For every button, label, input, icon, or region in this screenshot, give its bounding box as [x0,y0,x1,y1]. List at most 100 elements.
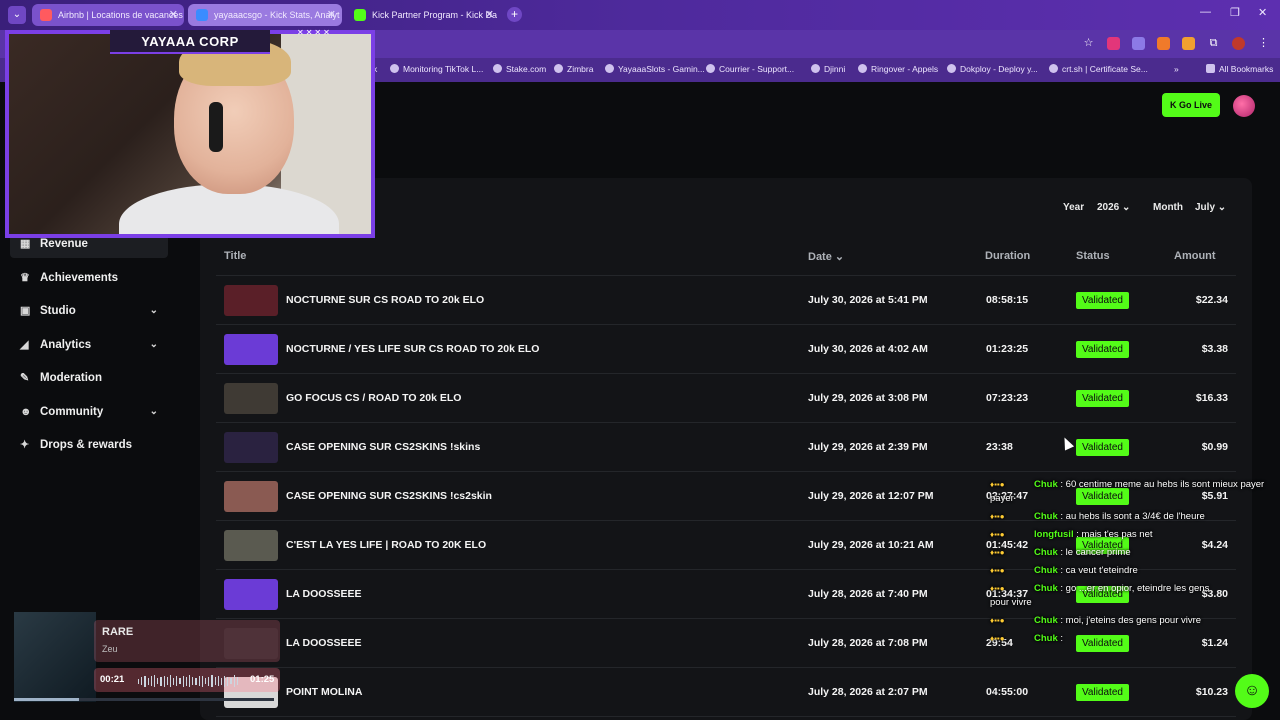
all-bookmarks[interactable]: All Bookmarks [1206,64,1273,74]
chat-username: Chuk [1034,565,1058,576]
sidebar-item-studio[interactable]: ▣ Studio ⌄ [10,297,168,325]
minimize-icon[interactable]: — [1200,6,1211,18]
bookmark-label: Courrier - Support... [719,64,795,74]
stream-date: July 28, 2026 at 7:40 PM [808,588,928,600]
sidebar-item-community[interactable]: ☻ Community ⌄ [10,398,168,426]
chat-text: au hebs ils sont a 3/4€ de l'heure [1065,511,1205,522]
chevron-down-icon: ⌄ [1122,202,1131,213]
bookmark[interactable]: Courrier - Support... [706,64,794,74]
chat-badges-icon: ♦▪▪● [990,584,1005,593]
close-tab-icon[interactable]: ✕ [327,4,336,26]
stream-title: C'EST LA YES LIFE | ROAD TO 20K ELO [286,539,487,551]
extension-icon[interactable] [1157,37,1170,50]
bookmark[interactable]: crt.sh | Certificate Se... [1049,64,1148,74]
close-tab-icon[interactable]: ✕ [169,4,178,26]
chat-message: ♦▪▪● Chuk : [990,633,1275,644]
stream-date: July 29, 2026 at 3:08 PM [808,392,928,404]
chat-message: ♦▪▪● Chuk : au hebs ils sont a 3/4€ de l'… [990,511,1275,522]
tab-search-icon[interactable]: ⌄ [8,6,26,24]
bookmark[interactable]: Dokploy - Deploy y... [947,64,1038,74]
webcam-headset [209,102,223,152]
extension-icon[interactable] [1132,37,1145,50]
bookmark-label: Stake.com [506,64,547,74]
sidebar-item-achievements[interactable]: ♛ Achievements [10,264,168,292]
sidebar-item-label: Community [40,405,104,418]
sidebar-item-analytics[interactable]: ◢ Analytics ⌄ [10,331,168,359]
extension-icon[interactable] [1182,37,1195,50]
chevron-down-icon: ⌄ [149,405,158,417]
star-icon[interactable]: ☆ [1082,37,1095,50]
kick-logo-icon: K [1169,100,1179,110]
extension-icons: ☆ ⧉ ⋮ [1082,37,1270,50]
bookmark[interactable]: Monitoring TikTok L... [390,64,483,74]
column-header-date[interactable]: Date ⌄ [808,250,844,263]
stream-date: July 28, 2026 at 2:07 PM [808,686,928,698]
avatar[interactable] [1233,95,1255,117]
chat-colon: : [1057,479,1066,490]
bookmark[interactable]: Zimbra [554,64,593,74]
browser-tab-airbnb[interactable]: Airbnb | Locations de vacances ✕ [32,4,184,26]
bookmark[interactable]: Djinni [811,64,845,74]
year-value: 2026 [1097,202,1120,213]
studio-icon: ▣ [20,305,31,317]
stream-thumbnail [224,334,278,365]
month-select[interactable]: July ⌄ [1195,202,1226,213]
status-badge: Validated [1076,439,1129,456]
chevron-down-icon: ⌄ [1217,202,1227,213]
stream-thumbnail [224,383,278,414]
chat-badges-icon: ♦▪▪● [990,548,1005,557]
chat-message: pour vivre [990,597,1275,608]
bookmark[interactable]: YayaaaSlots - Gamin... [605,64,705,74]
browser-tab-kick-partner[interactable]: Kick Partner Program - Kick Da ✕ [346,4,500,26]
stream-date: July 30, 2026 at 4:02 AM [808,343,928,355]
close-window-icon[interactable]: ✕ [1258,6,1267,19]
stream-amount: $10.23 [1195,686,1228,698]
chat-username: Chuk [1034,479,1058,490]
table-row[interactable]: GO FOCUS CS / ROAD TO 20k ELO July 29, 20… [216,374,1236,423]
profile-icon[interactable] [1232,37,1245,50]
status-badge: Validated [1076,390,1129,407]
waveform-icon [138,675,238,687]
chat-colon: : [1057,615,1066,626]
analytics-icon: ◢ [20,338,29,351]
table-row[interactable]: NOCTURNE / YES LIFE SUR CS ROAD TO 20k E… [216,325,1236,374]
table-row[interactable]: NOCTURNE SUR CS ROAD TO 20k ELO July 30, … [216,276,1236,325]
chat-text: payer [990,493,1014,504]
chat-text: ca veut t'eteindre [1065,565,1138,576]
stream-date: July 29, 2026 at 10:21 AM [808,539,934,551]
maximize-icon[interactable]: ❐ [1230,6,1240,19]
bookmark-label: YayaaaSlots - Gamin... [618,64,705,74]
bookmark-icon [858,64,867,73]
stream-thumbnail [224,530,278,561]
bookmark-icon [947,64,956,73]
chat-badges-icon: ♦▪▪● [990,616,1005,625]
stream-title: CASE OPENING SUR CS2SKINS !skins [286,441,481,453]
table-row[interactable]: LA DOOSSEEE July 28, 2026 at 7:40 PM 01:34… [216,570,1236,619]
bookmark-icon [1049,64,1058,73]
table-row[interactable]: CASE OPENING SUR CS2SKINS !skins July 29,… [216,423,1236,472]
bookmark[interactable]: Stake.com [493,64,546,74]
puzzle-icon[interactable]: ⧉ [1207,37,1220,50]
chevron-down-icon: ⌄ [149,338,158,350]
sidebar-item-moderation[interactable]: ✎ Moderation [10,364,168,392]
browser-tab-kick-stats[interactable]: yayaaacsgo - Kick Stats, Analyt ✕ [188,4,342,26]
column-header-title: Title [224,250,247,262]
sidebar-item-drops-rewards[interactable]: ✦ Drops & rewards [10,431,168,459]
new-tab-icon[interactable]: + [507,7,522,22]
more-bookmarks-icon[interactable]: » [1174,64,1179,74]
table-row[interactable]: POINT MOLINA July 28, 2026 at 2:07 PM 04:5… [216,668,1236,717]
status-badge: Validated [1076,684,1129,701]
year-select[interactable]: 2026 ⌄ [1097,202,1130,213]
bookmark[interactable]: Ringover - Appels [858,64,938,74]
more-icon[interactable]: ⋮ [1257,37,1270,50]
stream-amount: $3.80 [1201,588,1228,600]
support-chat-icon[interactable]: ☺ [1235,674,1269,708]
sidebar-item-label: Analytics [40,338,92,351]
extension-icon[interactable] [1107,37,1120,50]
bookmark-label: Dokploy - Deploy y... [960,64,1038,74]
close-tab-icon[interactable]: ✕ [485,4,494,26]
chat-colon: : [1057,565,1066,576]
go-live-button[interactable]: K Go Live [1162,93,1220,117]
stream-date: July 29, 2026 at 2:39 PM [808,441,928,453]
sort-down-icon: ⌄ [834,251,845,263]
